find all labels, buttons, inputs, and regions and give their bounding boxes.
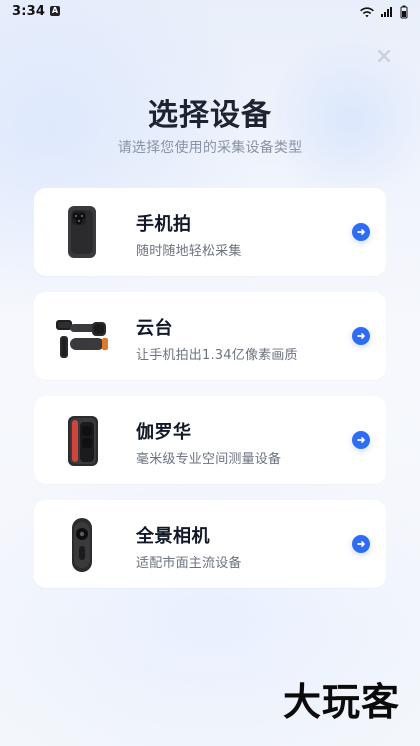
device-card-panorama[interactable]: 全景相机 适配市面主流设备 [34, 500, 386, 588]
device-description: 让手机拍出1.34亿像素画质 [136, 348, 298, 363]
device-arrow-button[interactable] [352, 431, 370, 449]
device-card-galois[interactable]: 伽罗华 毫米级专业空间测量设备 [34, 396, 386, 484]
device-card-gimbal[interactable]: 云台 让手机拍出1.34亿像素画质 [34, 292, 386, 380]
close-button[interactable] [374, 46, 394, 66]
page-title: 选择设备 [148, 98, 272, 133]
device-card-phone[interactable]: 手机拍 随时随地轻松采集 [34, 188, 386, 276]
status-icons [360, 5, 408, 23]
wifi-icon [360, 6, 374, 22]
signal-icon [380, 6, 394, 22]
page-subtitle: 请选择您使用的采集设备类型 [117, 140, 303, 156]
phone-device-icon [50, 200, 114, 264]
panorama-camera-icon [50, 512, 114, 576]
device-title: 全景相机 [136, 526, 210, 547]
arrow-right-icon [352, 431, 370, 449]
status-time: 3:34 [12, 4, 46, 19]
arrow-right-icon [352, 223, 370, 241]
status-a-badge: A [50, 6, 60, 16]
device-arrow-button[interactable] [352, 223, 370, 241]
device-arrow-button[interactable] [352, 535, 370, 553]
device-list: 手机拍 随时随地轻松采集 云台 让手机拍出1.34亿像素画质 伽罗华 毫米级专业… [34, 188, 386, 588]
device-description: 适配市面主流设备 [136, 556, 242, 571]
device-description: 毫米级专业空间测量设备 [136, 452, 282, 467]
device-title: 手机拍 [136, 214, 192, 235]
status-bar: 3:34 A [0, 0, 420, 24]
device-arrow-button[interactable] [352, 327, 370, 345]
device-title: 云台 [136, 318, 173, 339]
arrow-right-icon [352, 535, 370, 553]
watermark-text: 大玩客 [282, 680, 400, 724]
galois-device-icon [50, 408, 114, 472]
device-title: 伽罗华 [136, 422, 192, 443]
device-description: 随时随地轻松采集 [136, 244, 242, 259]
battery-icon [400, 5, 408, 23]
gimbal-device-icon [50, 304, 114, 368]
arrow-right-icon [352, 327, 370, 345]
close-icon [374, 46, 394, 70]
